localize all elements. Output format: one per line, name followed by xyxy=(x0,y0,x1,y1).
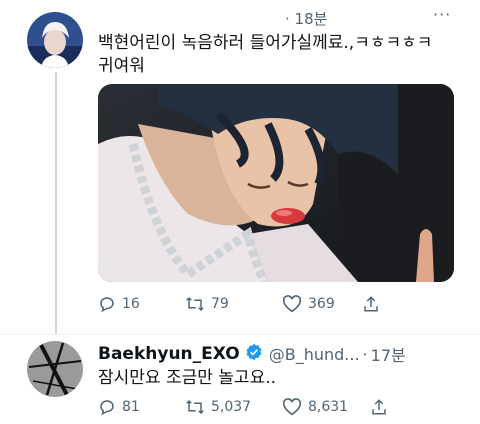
photo-icon xyxy=(98,84,454,282)
heart-icon xyxy=(282,295,302,313)
tweet2-text: 잠시만요 조금만 놀고요.. xyxy=(98,368,277,388)
tweet2-share-button[interactable] xyxy=(370,398,388,416)
tweet2-timestamp[interactable]: 17분 xyxy=(371,342,406,366)
retweet-icon xyxy=(186,296,204,312)
tweet1-text-line1: 백현어린이 녹음하러 들어가실께료.,ㅋㅎㅋㅎㅋ xyxy=(98,33,433,53)
reply-icon xyxy=(100,297,114,313)
tweet1-reply-button[interactable]: 16 xyxy=(98,295,185,313)
tweet1-like-count: 369 xyxy=(308,296,335,312)
thread-connector-line xyxy=(55,72,57,334)
tweet1-text-line2: 귀여워 xyxy=(98,56,145,76)
tweet-divider xyxy=(0,334,480,335)
verified-badge-icon xyxy=(245,343,263,365)
tweet2-reply-count: 81 xyxy=(122,399,140,415)
share-icon xyxy=(372,399,386,415)
reply-icon xyxy=(100,400,114,416)
tweet1-more-icon[interactable]: ··· xyxy=(433,5,451,24)
tweet1-media-image[interactable] xyxy=(98,84,454,282)
avatar-photo-icon xyxy=(27,12,83,68)
tweet2-retweet-button[interactable]: 5,037 xyxy=(185,398,282,416)
tweet2-avatar[interactable] xyxy=(27,341,83,397)
tweet1-reply-count: 16 xyxy=(122,296,140,312)
share-icon xyxy=(364,296,378,312)
tweet2-handle[interactable]: @B_hund... xyxy=(269,345,360,364)
tweet2-like-count: 8,631 xyxy=(308,399,349,415)
tweet1-avatar[interactable] xyxy=(27,12,83,68)
tweet2-header: Baekhyun_EXO @B_hund... · 17분 xyxy=(98,342,406,366)
retweet-icon xyxy=(186,399,204,415)
separator-dot: · xyxy=(362,344,368,364)
tweet1-actions: 16 79 369 xyxy=(98,295,380,313)
tweet1-retweet-button[interactable]: 79 xyxy=(185,295,282,313)
tweet1-retweet-count: 79 xyxy=(211,296,229,312)
tweet2-reply-button[interactable]: 81 xyxy=(98,398,185,416)
tweet2-actions: 81 5,037 8,631 xyxy=(98,398,388,416)
tweet1-share-button[interactable] xyxy=(362,295,380,313)
tweet2-display-name[interactable]: Baekhyun_EXO xyxy=(98,344,240,364)
tweet2-retweet-count: 5,037 xyxy=(211,399,252,415)
heart-icon xyxy=(282,398,302,416)
tweet2-like-button[interactable]: 8,631 xyxy=(282,398,370,416)
tweet1-timestamp[interactable]: · 18분 xyxy=(285,8,327,29)
avatar-logo-icon xyxy=(27,341,83,397)
tweet1-like-button[interactable]: 369 xyxy=(282,295,362,313)
